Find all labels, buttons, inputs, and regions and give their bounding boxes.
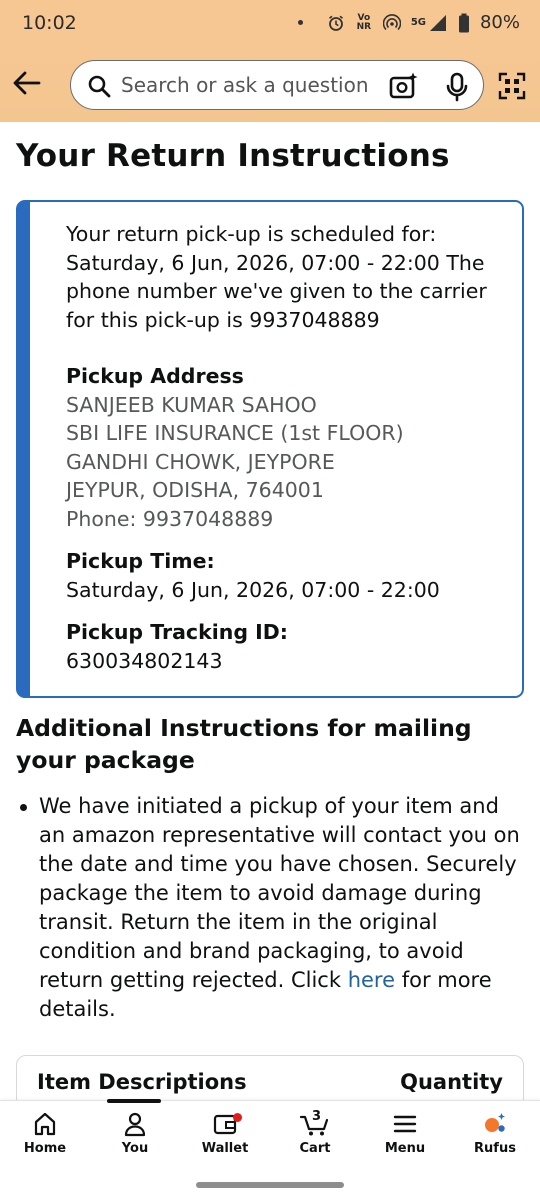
nav-wallet[interactable]: Wallet [180,1111,270,1156]
list-item: We have initiated a pickup of your item … [16,792,522,1024]
network-label: 5G [410,17,426,28]
volte-label: Vo NR [356,12,372,32]
voice-search-button[interactable] [445,72,469,102]
search-icon [88,75,111,98]
address-line-1: SBI LIFE INSURANCE (1st FLOOR) [66,421,404,445]
nav-wallet-label: Wallet [201,1141,249,1156]
bottom-navigation: Home You Wallet 3 Cart Menu Rufus [0,1099,540,1171]
page-title: Your Return Instructions [16,138,450,174]
search-input[interactable] [121,69,371,101]
nav-cart[interactable]: 3 Cart [270,1109,360,1156]
qr-code-icon [498,72,526,100]
item-descriptions-header: Item Descriptions [37,1070,247,1094]
back-button[interactable] [12,70,46,100]
nav-you[interactable]: You [90,1111,180,1156]
pickup-address-heading: Pickup Address [66,364,244,388]
address-line-3: JEYPUR, ODISHA, 764001 [66,478,324,502]
tracking-id-heading: Pickup Tracking ID: [66,620,288,644]
hotspot-icon [382,13,401,30]
camera-search-button[interactable] [389,72,419,100]
alarm-icon [328,15,343,31]
microphone-icon [446,72,468,102]
nav-cart-label: Cart [299,1141,331,1156]
details-link[interactable]: here [348,968,395,992]
rufus-icon [485,1113,505,1132]
back-arrow-icon [13,71,41,95]
nav-home[interactable]: Home [0,1111,90,1156]
nav-menu-label: Menu [384,1141,426,1156]
wallet-notification-badge [233,1113,242,1122]
address-phone: Phone: 9937048889 [66,506,274,531]
instructions-list: We have initiated a pickup of your item … [16,792,522,1024]
tracking-id-value: 630034802143 [66,648,223,673]
camera-sparkle-icon [389,72,418,99]
notification-dot-icon [297,20,303,25]
additional-instructions-heading: Additional Instructions for mailing your… [16,714,472,774]
person-icon [124,1112,146,1137]
hamburger-menu-icon [393,1115,417,1133]
return-instructions-card: Your return pick-up is scheduled for: Sa… [16,200,524,698]
status-bar: 10:02 Vo NR 5G 80% [0,0,540,48]
signal-icon [429,14,446,31]
status-time: 10:02 [22,12,77,34]
schedule-text: Your return pick-up is scheduled for: Sa… [66,222,487,332]
home-icon [34,1112,56,1136]
address-line-2: GANDHI CHOWK, JEYPORE [66,449,335,474]
nav-menu[interactable]: Menu [360,1111,450,1156]
bullet-text-start: We have initiated a pickup of your item … [39,794,520,992]
cart-count: 3 [312,1109,322,1124]
nav-rufus-label: Rufus [474,1141,516,1156]
app-header [0,48,540,122]
gesture-area [0,1170,540,1200]
search-bar[interactable] [70,60,484,110]
quantity-header: Quantity [400,1070,503,1094]
home-gesture-bar[interactable] [196,1182,344,1188]
pickup-time-value: Saturday, 6 Jun, 2026, 07:00 - 22:00 [66,577,440,602]
address-name: SANJEEB KUMAR SAHOO [66,392,317,417]
card-content: Your return pick-up is scheduled for: Sa… [66,220,506,675]
battery-icon [458,13,469,32]
pickup-time-heading: Pickup Time: [66,549,215,573]
battery-percent: 80% [479,12,520,33]
active-tab-indicator [107,1099,161,1103]
qr-scan-button[interactable] [498,72,526,100]
nav-rufus[interactable]: Rufus [450,1111,540,1156]
nav-home-label: Home [23,1141,67,1156]
status-icons: Vo NR 5G 80% [297,12,520,33]
nav-you-label: You [121,1141,149,1156]
